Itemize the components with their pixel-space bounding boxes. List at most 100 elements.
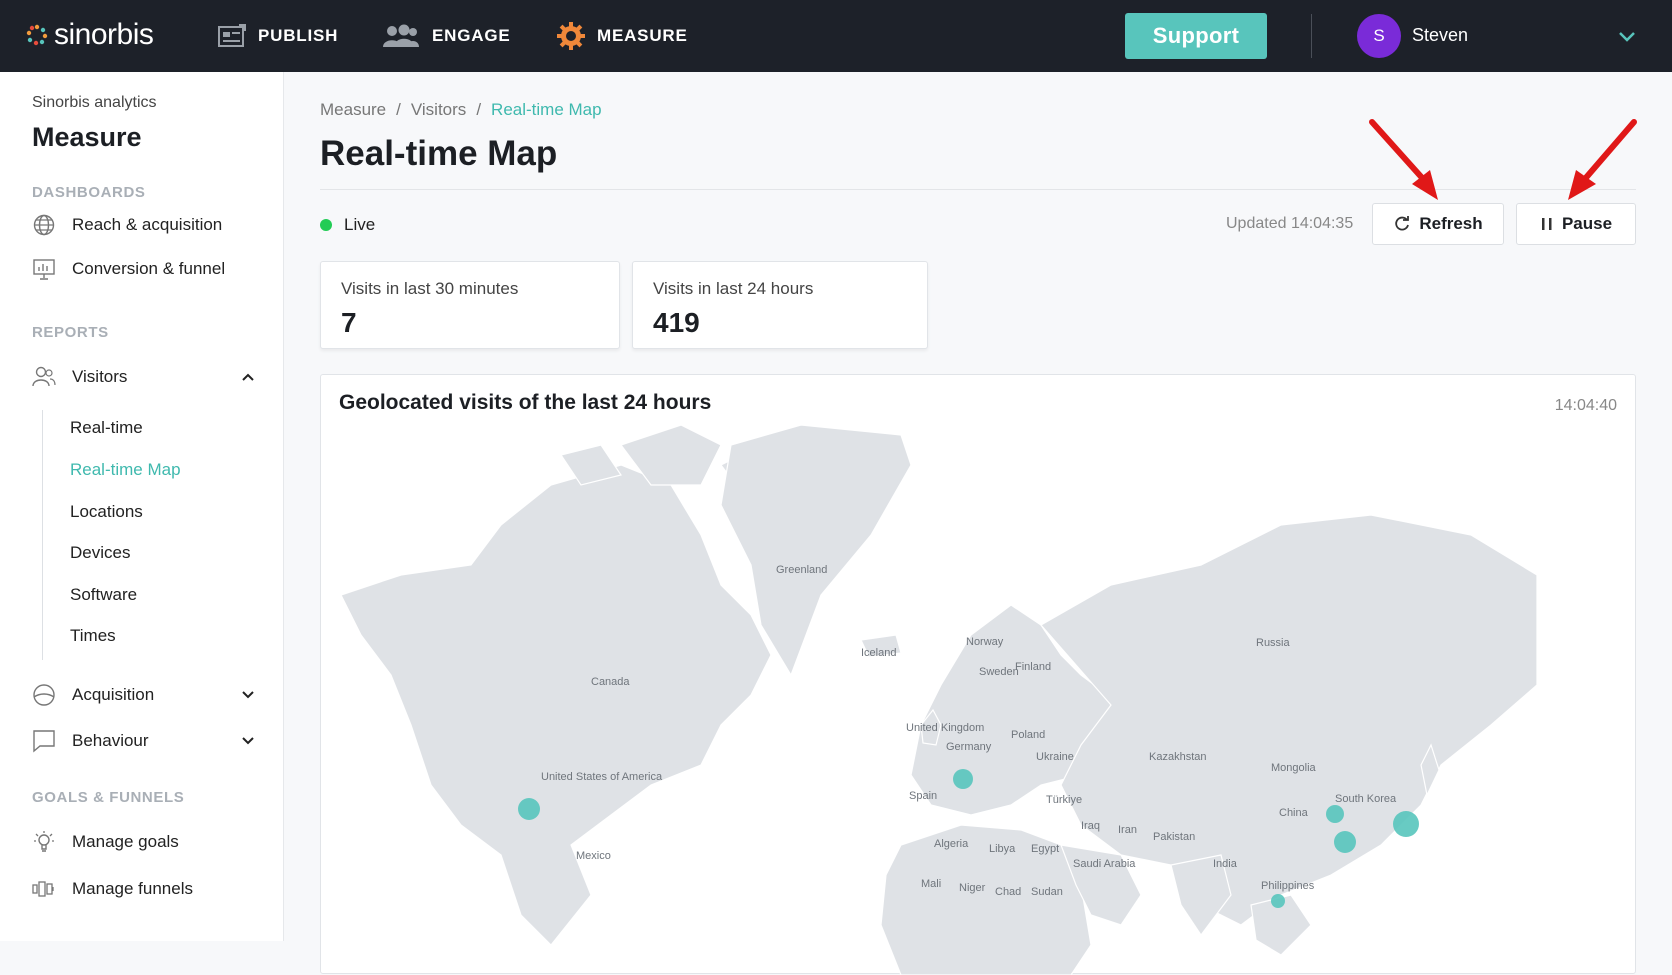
nav-publish[interactable]: PUBLISH [218, 0, 338, 72]
chevron-up-icon[interactable] [240, 369, 256, 385]
chevron-down-icon[interactable] [240, 687, 256, 703]
globe-icon [33, 214, 55, 236]
map-label-philippines: Philippines [1261, 880, 1315, 892]
map-label-russia: Russia [1256, 637, 1291, 649]
sidebar-item-label: Acquisition [72, 685, 155, 704]
top-navigation-bar: sinorbis PUBLISH ENGAGE MEASURE Support … [0, 0, 1672, 72]
pause-button[interactable]: Pause [1516, 203, 1636, 245]
user-name[interactable]: Steven [1412, 25, 1468, 46]
sidebar-item-manage-funnels[interactable]: Manage funnels [32, 877, 193, 901]
breadcrumb-separator: / [476, 100, 482, 119]
nav-engage-label: ENGAGE [432, 26, 511, 45]
visit-marker-europe[interactable] [953, 769, 973, 789]
sidebar-item-manage-goals[interactable]: Manage goals [32, 830, 179, 854]
map-title: Geolocated visits of the last 24 hours [339, 391, 712, 414]
sidebar-item-label: Behaviour [72, 731, 149, 750]
live-indicator: Live [320, 215, 375, 235]
map-label-finland: Finland [1015, 661, 1051, 673]
map-label-chad: Chad [995, 886, 1021, 898]
engage-icon [383, 24, 419, 47]
sidebar-item-times[interactable]: Times [70, 626, 116, 646]
user-avatar[interactable]: S [1357, 14, 1401, 58]
breadcrumb-separator: / [396, 100, 401, 119]
sidebar-item-label: Visitors [72, 367, 128, 386]
support-button[interactable]: Support [1125, 13, 1267, 59]
refresh-icon [1395, 216, 1410, 231]
visit-marker-usa[interactable] [518, 798, 540, 820]
sidebar-item-conversion-funnel[interactable]: Conversion & funnel [32, 257, 225, 281]
map-label-pakistan: Pakistan [1153, 831, 1195, 843]
sidebar-subtitle: Sinorbis analytics [32, 94, 157, 111]
sidebar-item-locations[interactable]: Locations [70, 502, 143, 522]
map-label-spain: Spain [909, 790, 937, 802]
logo-mark-icon [26, 24, 48, 46]
nav-measure[interactable]: MEASURE [557, 0, 688, 72]
sidebar-title: Measure [32, 122, 142, 152]
chevron-down-icon[interactable] [1617, 26, 1637, 46]
page-title: Real-time Map [320, 134, 558, 173]
publish-icon [218, 24, 246, 47]
geolocation-map-card: Geolocated visits of the last 24 hours 1… [320, 374, 1637, 975]
sidebar-item-real-time-map[interactable]: Real-time Map [70, 460, 181, 480]
map-label-united-kingdom: United Kingdom [906, 722, 984, 734]
sidebar-item-label: Manage goals [72, 832, 179, 851]
sidebar-item-behaviour[interactable]: Behaviour [32, 729, 149, 753]
map-label-turkiye: Türkiye [1046, 794, 1082, 806]
annotation-arrow-refresh [1369, 119, 1438, 200]
visit-marker-southeast-asia[interactable] [1271, 894, 1285, 908]
acquisition-icon [33, 684, 55, 706]
refresh-button[interactable]: Refresh [1372, 203, 1504, 245]
breadcrumb-current: Real-time Map [491, 100, 602, 119]
breadcrumb-visitors[interactable]: Visitors [411, 100, 466, 120]
presentation-chart-icon [33, 259, 55, 280]
sidebar-item-devices[interactable]: Devices [70, 543, 130, 563]
dashboards-heading: DASHBOARDS [32, 184, 146, 201]
sidebar-item-label: Conversion & funnel [72, 259, 226, 278]
visitors-tree-line [42, 410, 43, 660]
breadcrumb-measure[interactable]: Measure [320, 100, 386, 120]
goals-funnels-heading: GOALS & FUNNELS [32, 789, 185, 806]
measure-gear-icon [557, 22, 585, 50]
map-label-germany: Germany [946, 741, 992, 753]
visit-marker-japan[interactable] [1393, 811, 1419, 837]
stat-value: 7 [341, 307, 357, 338]
updated-timestamp: Updated 14:04:35 [1226, 215, 1354, 232]
sidebar-item-visitors[interactable]: Visitors [32, 365, 127, 389]
visit-marker-china-north[interactable] [1326, 805, 1344, 823]
sidebar-item-software[interactable]: Software [70, 585, 137, 605]
map-region-north-america [340, 464, 772, 946]
sidebar-item-label: Manage funnels [72, 879, 193, 898]
sidebar-item-acquisition[interactable]: Acquisition [32, 683, 154, 707]
annotation-arrow-pause [1568, 119, 1637, 200]
sidebar-item-reach-acquisition[interactable]: Reach & acquisition [32, 213, 222, 237]
map-label-ukraine: Ukraine [1036, 751, 1074, 763]
lightbulb-icon [34, 831, 54, 852]
visit-marker-china-south[interactable] [1334, 831, 1356, 853]
stat-label: Visits in last 24 hours [653, 279, 814, 298]
stat-card-24h: Visits in last 24 hours 419 [632, 261, 928, 349]
breadcrumb: Measure / Visitors / Real-time Map [320, 100, 602, 120]
sidebar-item-real-time[interactable]: Real-time [70, 418, 143, 438]
refresh-label: Refresh [1419, 214, 1483, 233]
map-label-iraq: Iraq [1081, 820, 1100, 832]
map-label-mongolia: Mongolia [1271, 762, 1317, 774]
stat-label: Visits in last 30 minutes [341, 279, 519, 298]
map-label-sudan: Sudan [1031, 886, 1063, 898]
funnel-icon [32, 881, 54, 897]
sinorbis-logo[interactable]: sinorbis [26, 18, 154, 52]
map-label-greenland: Greenland [776, 564, 827, 576]
brand-name: sinorbis [54, 18, 154, 51]
chevron-down-icon[interactable] [240, 733, 256, 749]
map-label-india: India [1213, 858, 1238, 870]
live-status-dot [320, 219, 332, 231]
map-timestamp: 14:04:40 [1554, 397, 1617, 414]
sidebar: Sinorbis analytics Measure DASHBOARDS Re… [0, 72, 284, 941]
map-region-africa [880, 824, 1092, 975]
world-map[interactable]: Greenland Iceland Norway Sweden Finland … [321, 425, 1637, 975]
map-label-saudi-arabia: Saudi Arabia [1073, 858, 1136, 870]
nav-engage[interactable]: ENGAGE [382, 0, 510, 72]
topbar-divider [1311, 14, 1312, 58]
chat-bubble-icon [33, 730, 55, 753]
pause-label: Pause [1561, 214, 1613, 233]
map-label-norway: Norway [966, 636, 1004, 648]
